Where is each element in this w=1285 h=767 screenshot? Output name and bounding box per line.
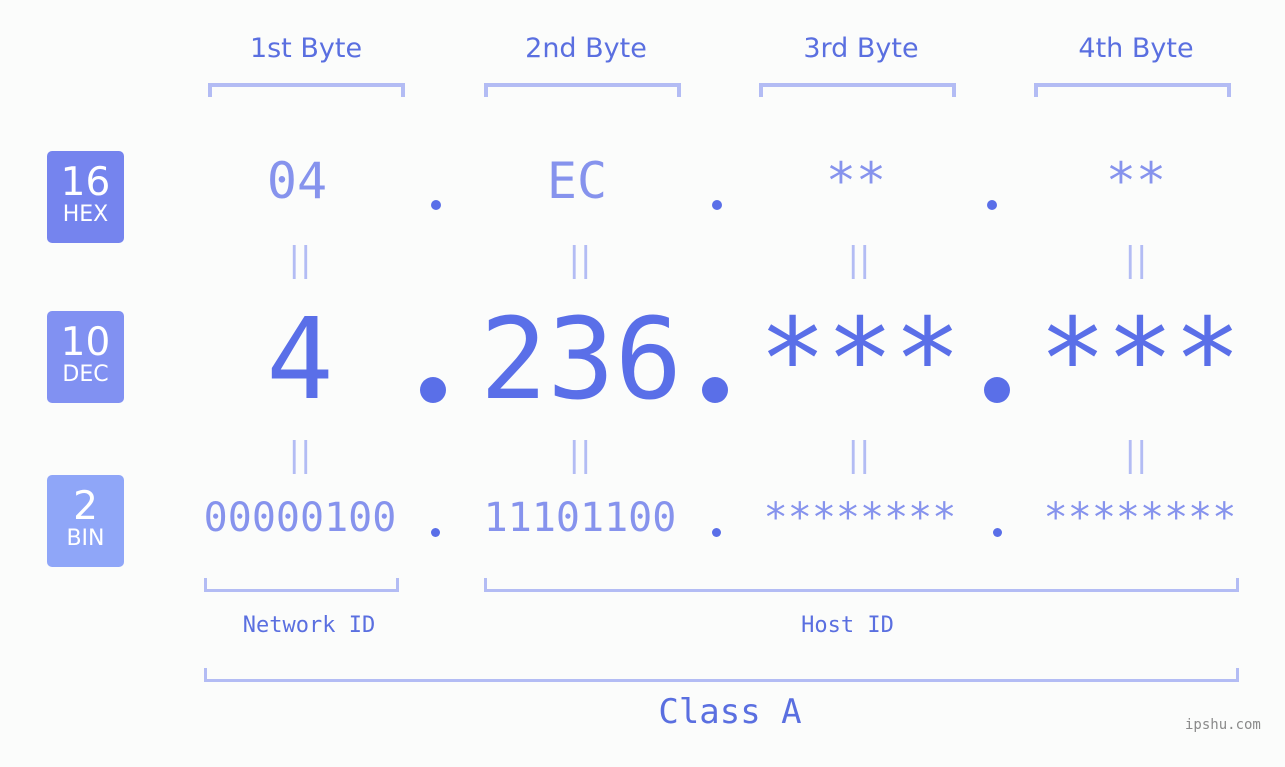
dec-badge-number: 10 xyxy=(60,320,111,365)
hex-badge: 16 HEX xyxy=(47,151,124,243)
class-bracket xyxy=(204,668,1239,682)
bin-dot-3 xyxy=(993,528,1002,537)
hex-dot-3 xyxy=(987,200,997,210)
dec-byte-2: 236 xyxy=(479,295,683,425)
bin-badge: 2 BIN xyxy=(47,475,124,567)
dec-byte-1: 4 xyxy=(266,295,334,425)
hex-byte-2: EC xyxy=(546,152,608,210)
host-id-label: Host ID xyxy=(801,613,894,638)
bin-dot-1 xyxy=(431,528,440,537)
network-id-bracket xyxy=(204,578,399,592)
hex-badge-number: 16 xyxy=(60,160,111,205)
dec-byte-4: *** xyxy=(1038,295,1242,425)
dec-dot-1 xyxy=(420,377,446,403)
hex-badge-label: HEX xyxy=(62,202,109,227)
bin-byte-4: ******** xyxy=(1043,495,1237,541)
equals-icon: || xyxy=(288,435,312,475)
byte-header-2: 2nd Byte xyxy=(525,33,647,64)
dec-dot-2 xyxy=(702,377,728,403)
bin-badge-label: BIN xyxy=(66,526,105,551)
hex-dot-2 xyxy=(712,200,722,210)
dec-badge: 10 DEC xyxy=(47,311,124,403)
equals-icon: || xyxy=(1124,240,1148,280)
bin-byte-3: ******** xyxy=(763,495,957,541)
byte-header-4: 4th Byte xyxy=(1078,33,1194,64)
host-id-bracket xyxy=(484,578,1239,592)
dec-byte-3: *** xyxy=(758,295,962,425)
byte-bracket-4 xyxy=(1034,83,1231,97)
bin-badge-number: 2 xyxy=(73,484,98,529)
byte-bracket-1 xyxy=(208,83,405,97)
byte-header-3: 3rd Byte xyxy=(803,33,919,64)
equals-icon: || xyxy=(847,435,871,475)
equals-icon: || xyxy=(288,240,312,280)
class-label: Class A xyxy=(658,692,802,732)
hex-byte-3: ** xyxy=(825,152,887,210)
equals-icon: || xyxy=(568,240,592,280)
bin-dot-2 xyxy=(712,528,721,537)
network-id-label: Network ID xyxy=(242,613,376,638)
byte-bracket-2 xyxy=(484,83,681,97)
equals-icon: || xyxy=(847,240,871,280)
byte-bracket-3 xyxy=(759,83,956,97)
equals-icon: || xyxy=(1124,435,1148,475)
bin-byte-2: 11101100 xyxy=(483,495,677,541)
hex-byte-1: 04 xyxy=(266,152,328,210)
dec-badge-label: DEC xyxy=(62,362,109,387)
hex-byte-4: ** xyxy=(1105,152,1167,210)
bin-byte-1: 00000100 xyxy=(203,495,397,541)
hex-dot-1 xyxy=(431,200,441,210)
watermark: ipshu.com xyxy=(1185,717,1261,733)
equals-icon: || xyxy=(568,435,592,475)
byte-header-1: 1st Byte xyxy=(249,33,363,64)
dec-dot-3 xyxy=(984,377,1010,403)
